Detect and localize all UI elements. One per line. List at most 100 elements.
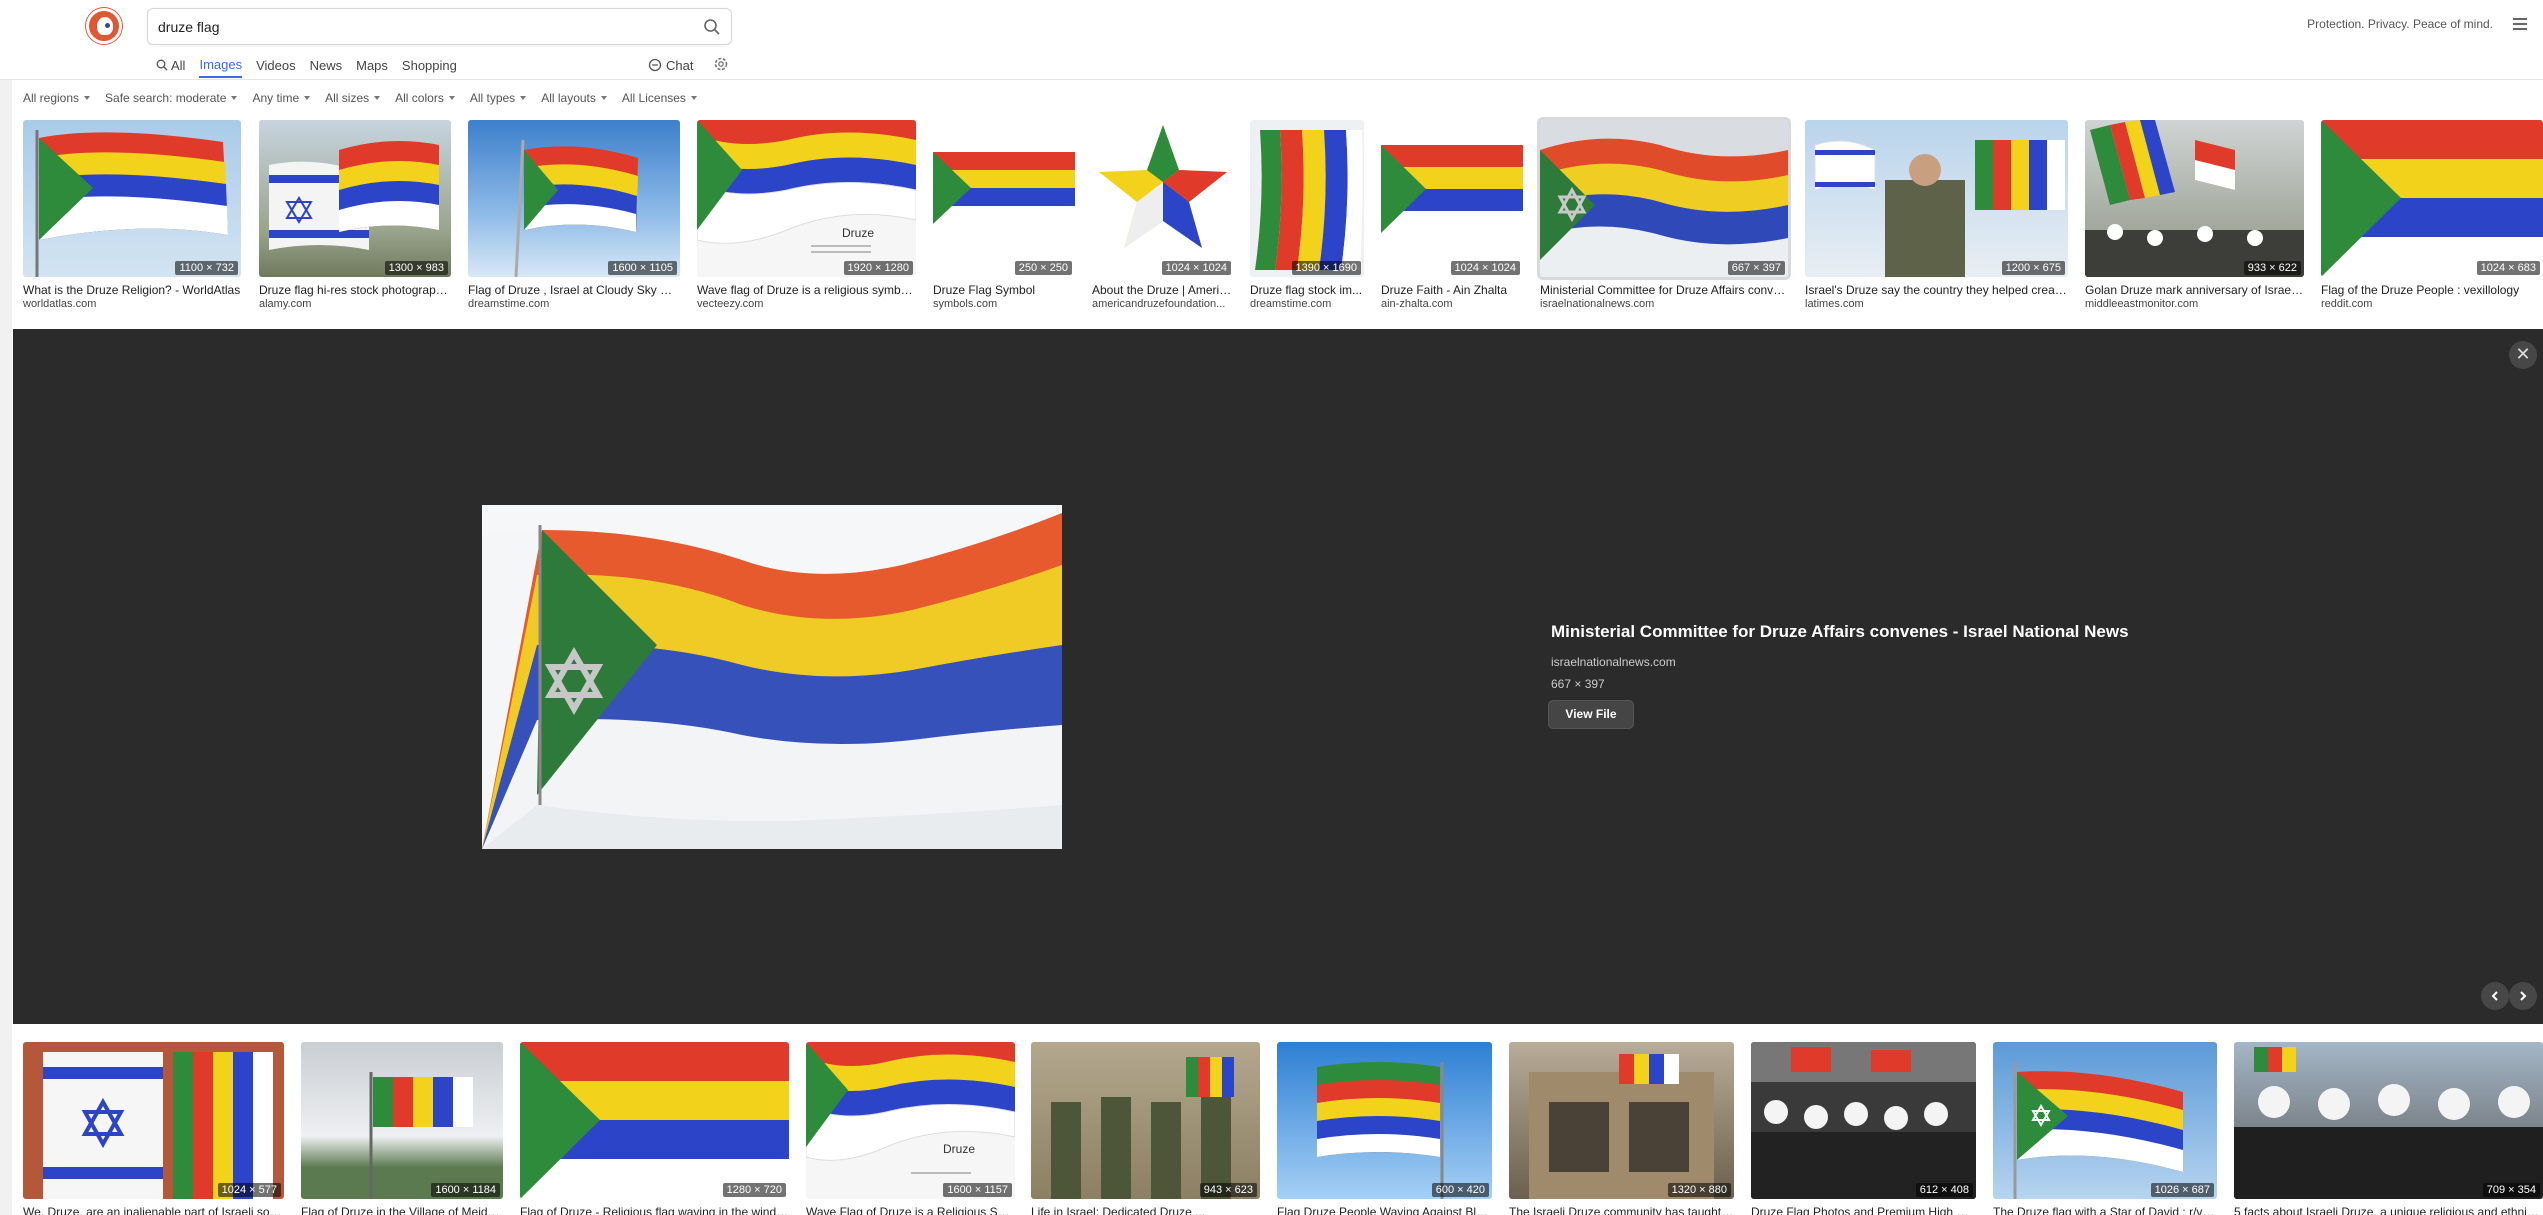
druze-flag-image	[35, 130, 228, 277]
result-thumbnail[interactable]: 1600 × 1184	[301, 1042, 503, 1199]
filter-label: All colors	[395, 91, 444, 105]
image-dimensions: 1280 × 720	[722, 1183, 786, 1197]
tab-images[interactable]: Images	[199, 52, 243, 78]
result-thumbnail[interactable]: 600 × 420	[1277, 1042, 1492, 1199]
result-thumbnail[interactable]: 1024 × 577	[23, 1042, 284, 1199]
image-dimensions: 1024 × 577	[217, 1183, 281, 1197]
image-dimensions: 1600 × 1157	[943, 1183, 1012, 1197]
result-title[interactable]: Golan Druze mark anniversary of Israeli …	[2085, 283, 2304, 297]
search-icon[interactable]	[703, 18, 721, 36]
result-source[interactable]: middleeastmonitor.com	[2085, 298, 2304, 310]
filter-layouts[interactable]: All layouts	[541, 91, 607, 105]
result-thumbnail[interactable]: 1280 × 720	[520, 1042, 789, 1199]
result-source[interactable]: reddit.com	[2321, 298, 2543, 310]
tab-shopping[interactable]: Shopping	[402, 52, 457, 78]
result-title[interactable]: 5 facts about Israeli Druze, a unique re…	[2234, 1205, 2543, 1215]
result-title[interactable]: Druze flag hi-res stock photograph...	[259, 283, 451, 297]
result-thumbnail[interactable]: 1300 × 983	[259, 120, 451, 277]
result-title[interactable]: What is the Druze Religion? - WorldAtlas	[23, 283, 241, 297]
result-source[interactable]: vecteezy.com	[697, 298, 916, 310]
druze-men-photo-image	[2234, 1047, 2543, 1199]
result-title[interactable]: Druze Flag Photos and Premium High Re...	[1751, 1205, 1976, 1215]
image-dimensions: 1026 × 687	[2150, 1183, 2214, 1197]
duckduckgo-logo-icon[interactable]	[86, 8, 122, 44]
filter-colors[interactable]: All colors	[395, 91, 455, 105]
result-title[interactable]: Druze flag stock im...	[1250, 283, 1364, 297]
search-input[interactable]	[158, 17, 678, 37]
result-source[interactable]: symbols.com	[933, 298, 1075, 310]
tab-videos[interactable]: Videos	[256, 52, 296, 78]
result-thumbnail[interactable]: 1024 × 1024	[1092, 120, 1234, 277]
image-dimensions: 943 × 623	[1199, 1183, 1257, 1197]
result-title[interactable]: The Druze flag with a Star of David : r/…	[1993, 1205, 2217, 1215]
result-title[interactable]: Wave Flag of Druze is a Religious Sym...	[806, 1205, 1015, 1215]
druze-star-image	[1099, 125, 1227, 248]
result-source[interactable]: worldatlas.com	[23, 298, 241, 310]
image-dimensions: 933 × 622	[2243, 261, 2301, 275]
result-title[interactable]: Flag of Druze , Israel at Cloudy Sky Ba.…	[468, 283, 680, 297]
view-file-button[interactable]: View File	[1548, 700, 1634, 729]
search-box	[147, 8, 732, 45]
filter-regions[interactable]: All regions	[23, 91, 91, 105]
filter-licenses[interactable]: All Licenses	[622, 91, 697, 105]
result-source[interactable]: israelnationalnews.com	[1540, 298, 1788, 310]
result-thumbnail[interactable]: 933 × 622	[2085, 120, 2304, 277]
caret-down-icon	[374, 96, 381, 100]
result-title[interactable]: Flag Druze People Waving Against Blue ..…	[1277, 1205, 1492, 1215]
result-thumbnail[interactable]: 1390 × 1690	[1250, 120, 1364, 277]
result-thumbnail[interactable]: 1200 × 675	[1805, 120, 2068, 277]
result-title[interactable]: Druze Faith - Ain Zhalta	[1381, 283, 1523, 297]
result-thumbnail[interactable]: 250 × 250	[933, 120, 1075, 277]
result-source[interactable]: latimes.com	[1805, 298, 2068, 310]
previous-image-button[interactable]	[2481, 982, 2509, 1010]
tab-all[interactable]: All	[156, 52, 185, 78]
result-thumbnail[interactable]: 612 × 408	[1751, 1042, 1976, 1199]
tab-news[interactable]: News	[310, 52, 343, 78]
result-title[interactable]: Wave flag of Druze is a religious symbol…	[697, 283, 916, 297]
result-thumbnail[interactable]: 709 × 354	[2234, 1042, 2543, 1199]
detail-source[interactable]: israelnationalnews.com	[1551, 655, 1676, 669]
result-title[interactable]: Flag of the Druze People : vexillology	[2321, 283, 2543, 297]
result-title[interactable]: Life in Israel: Dedicated Druze ...	[1031, 1205, 1260, 1215]
next-image-button[interactable]	[2509, 982, 2537, 1010]
filter-safe-search[interactable]: Safe search: moderate	[105, 91, 238, 105]
close-icon[interactable]: ✕	[2509, 341, 2537, 369]
result-thumbnail[interactable]: 1024 × 683	[2321, 120, 2543, 277]
hamburger-menu-icon[interactable]	[2513, 18, 2527, 30]
result-title[interactable]: Flag of Druze in the Village of Mejdal .…	[301, 1205, 503, 1215]
result-thumbnail[interactable]: Druze 1600 × 1157	[806, 1042, 1015, 1199]
result-title[interactable]: We, Druze, are an inalienable part of Is…	[23, 1205, 284, 1215]
israeli-and-druze-flags-image	[43, 1052, 273, 1199]
result-thumbnail[interactable]: 1026 × 687	[1993, 1042, 2217, 1199]
filter-types[interactable]: All types	[470, 91, 527, 105]
result-title[interactable]: Druze Flag Symbol	[933, 283, 1075, 297]
result-thumbnail[interactable]: Druze 1920 × 1280	[697, 120, 916, 277]
result-title[interactable]: The Israeli Druze community has taught u…	[1509, 1205, 1734, 1215]
result-title[interactable]: About the Druze | Americ...	[1092, 283, 1234, 297]
result-source[interactable]: ain-zhalta.com	[1381, 298, 1523, 310]
result-title[interactable]: Flag of Druze - Religious flag waving in…	[520, 1205, 789, 1215]
result-thumbnail-selected[interactable]: 667 × 397	[1537, 117, 1791, 280]
result-source[interactable]: dreamstime.com	[468, 298, 680, 310]
tab-chat[interactable]: Chat	[648, 52, 693, 78]
druze-flag-image	[514, 139, 638, 277]
result-source[interactable]: americandruzefoundation...	[1092, 298, 1234, 310]
tab-maps[interactable]: Maps	[356, 52, 388, 78]
result-title[interactable]: Israel's Druze say the country they help…	[1805, 283, 2068, 297]
result-thumbnail[interactable]: 1600 × 1105	[468, 120, 680, 277]
result-title[interactable]: Ministerial Committee for Druze Affairs …	[1540, 283, 1788, 297]
caret-down-icon	[600, 96, 607, 100]
result-source[interactable]: alamy.com	[259, 298, 451, 310]
result-thumbnail[interactable]: 1100 × 732	[23, 120, 241, 277]
filter-time[interactable]: Any time	[252, 91, 311, 105]
filter-sizes[interactable]: All sizes	[325, 91, 381, 105]
result-thumbnail[interactable]: 1320 × 880	[1509, 1042, 1734, 1199]
image-dimensions: 1100 × 732	[175, 261, 238, 275]
result-thumbnail[interactable]: 943 × 623	[1031, 1042, 1260, 1199]
detail-title[interactable]: Ministerial Committee for Druze Affairs …	[1551, 622, 2129, 642]
filter-label: All Licenses	[621, 91, 686, 105]
detail-preview-image[interactable]	[482, 505, 1062, 849]
gear-icon[interactable]	[712, 55, 730, 73]
result-source[interactable]: dreamstime.com	[1250, 298, 1364, 310]
result-thumbnail[interactable]: 1024 × 1024	[1381, 120, 1523, 277]
